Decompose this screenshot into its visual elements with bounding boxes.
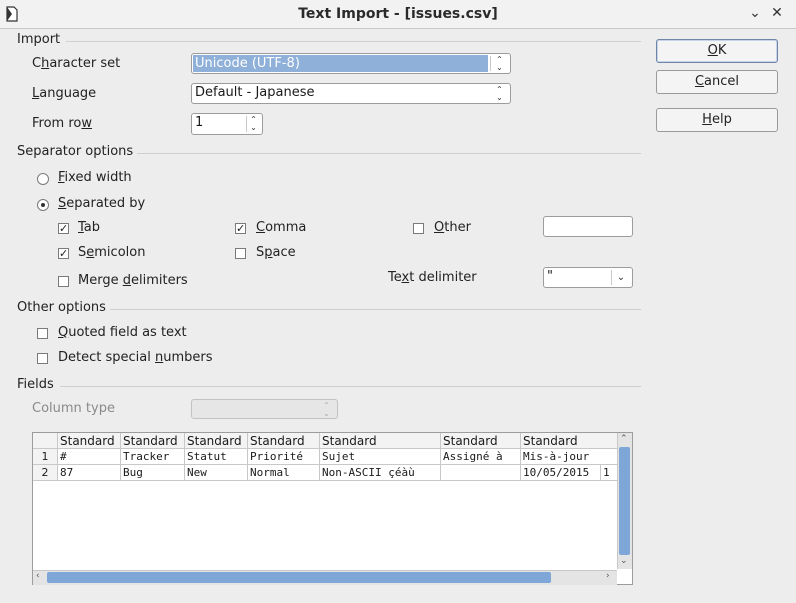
table-cell: 10/05/2015 xyxy=(521,465,601,481)
table-cell: New xyxy=(185,465,248,481)
merge-delimiters-label: Merge delimiters xyxy=(78,273,188,288)
scroll-right-icon[interactable]: › xyxy=(606,571,610,581)
fixed-width-radio[interactable] xyxy=(37,173,49,185)
table-cell: Tracker xyxy=(121,449,185,465)
column-header[interactable]: Standard xyxy=(121,433,185,449)
scroll-up-icon[interactable]: ⌃ xyxy=(620,434,628,444)
space-checkbox[interactable] xyxy=(235,248,246,259)
grid-corner xyxy=(33,433,58,449)
separated-by-radio[interactable] xyxy=(37,199,49,211)
semicolon-checkbox[interactable]: ✓ xyxy=(58,248,69,259)
character-set-label: Character set xyxy=(32,56,121,71)
close-button[interactable]: ✕ xyxy=(766,5,788,21)
table-cell xyxy=(441,465,521,481)
chevron-down-icon[interactable]: ⌄ xyxy=(611,270,630,285)
comma-checkbox[interactable]: ✓ xyxy=(235,223,246,234)
window-controls: ⌄ ✕ xyxy=(744,5,788,21)
other-options-label: Other options xyxy=(17,300,106,315)
column-header[interactable]: Standard xyxy=(441,433,521,449)
column-header[interactable]: Standard xyxy=(58,433,121,449)
column-header[interactable]: Standard xyxy=(185,433,248,449)
table-cell: Mis-à-jour xyxy=(521,449,617,465)
table-cell: Bug xyxy=(121,465,185,481)
column-header[interactable]: Standard xyxy=(521,433,617,449)
chevron-updown-icon: ⌃ ⌄ xyxy=(490,56,508,72)
help-button[interactable]: Help xyxy=(656,108,778,132)
language-label: Language xyxy=(32,86,97,101)
spin-arrows-icon[interactable]: ⌃ ⌄ xyxy=(246,116,260,132)
fixed-width-label: Fixed width xyxy=(58,170,132,185)
scroll-down-icon[interactable]: ⌄ xyxy=(620,556,628,566)
table-cell: 87 xyxy=(58,465,121,481)
character-set-value: Unicode (UTF-8) xyxy=(193,55,488,72)
detect-numbers-checkbox[interactable] xyxy=(37,353,48,364)
row-number: 2 xyxy=(33,465,58,481)
fields-separator xyxy=(60,386,641,387)
window-title: Text Import - [issues.csv] xyxy=(298,6,498,22)
separator-options-label: Separator options xyxy=(17,144,134,159)
quoted-field-checkbox[interactable] xyxy=(37,328,48,339)
import-separator xyxy=(66,41,641,42)
from-row-label: From row xyxy=(32,116,92,131)
import-section-label: Import xyxy=(17,32,61,47)
space-label: Space xyxy=(256,245,296,260)
column-header[interactable]: Standard xyxy=(320,433,441,449)
other-options-separator xyxy=(110,309,641,310)
row-number: 1 xyxy=(33,449,58,465)
detect-numbers-label: Detect special numbers xyxy=(58,350,213,365)
comma-label: Comma xyxy=(256,220,307,235)
table-cell-overflow: 1 xyxy=(601,465,617,481)
column-type-label: Column type xyxy=(32,401,115,416)
column-type-select[interactable]: ⌃ ⌄ xyxy=(191,399,338,419)
from-row-spinbox[interactable]: 1 ⌃ ⌄ xyxy=(191,113,263,135)
merge-delimiters-checkbox[interactable] xyxy=(58,276,69,287)
table-cell: Priorité xyxy=(248,449,320,465)
table-cell: Normal xyxy=(248,465,320,481)
table-cell: Non-ASCII çéàù xyxy=(320,465,441,481)
horizontal-scroll-thumb[interactable] xyxy=(47,572,551,583)
text-delimiter-value: " xyxy=(547,269,553,284)
minimize-button[interactable]: ⌄ xyxy=(744,5,766,21)
language-select[interactable]: Default - Japanese ⌃ ⌄ xyxy=(191,83,511,104)
table-cell: Statut xyxy=(185,449,248,465)
text-delimiter-label: Text delimiter xyxy=(388,270,477,285)
cancel-button[interactable]: Cancel xyxy=(656,70,778,94)
separator-options-separator xyxy=(137,153,641,154)
table-cell: Sujet xyxy=(320,449,441,465)
semicolon-label: Semicolon xyxy=(78,245,146,260)
tab-checkbox[interactable]: ✓ xyxy=(58,223,69,234)
separated-by-label: Separated by xyxy=(58,196,146,211)
text-delimiter-combobox[interactable]: " ⌄ xyxy=(543,267,633,288)
other-separator-input[interactable] xyxy=(543,216,633,237)
quoted-field-label: Quoted field as text xyxy=(58,325,187,340)
from-row-value: 1 xyxy=(195,115,204,130)
other-checkbox[interactable] xyxy=(413,223,424,234)
vertical-scroll-thumb[interactable] xyxy=(619,447,630,555)
table-cell: # xyxy=(58,449,121,465)
character-set-select[interactable]: Unicode (UTF-8) ⌃ ⌄ xyxy=(191,53,511,74)
tab-label: Tab xyxy=(78,220,101,235)
chevron-updown-icon: ⌃ ⌄ xyxy=(496,85,503,102)
column-header[interactable]: Standard xyxy=(248,433,320,449)
fields-label: Fields xyxy=(17,377,54,392)
scroll-left-icon[interactable]: ‹ xyxy=(36,571,40,581)
chevron-updown-icon: ⌃ ⌄ xyxy=(323,401,330,418)
language-value: Default - Japanese xyxy=(195,85,315,100)
radio-selected-dot xyxy=(41,203,45,207)
ok-button[interactable]: OK xyxy=(656,39,778,63)
table-cell: Assigné à xyxy=(441,449,521,465)
other-label: Other xyxy=(434,220,471,235)
